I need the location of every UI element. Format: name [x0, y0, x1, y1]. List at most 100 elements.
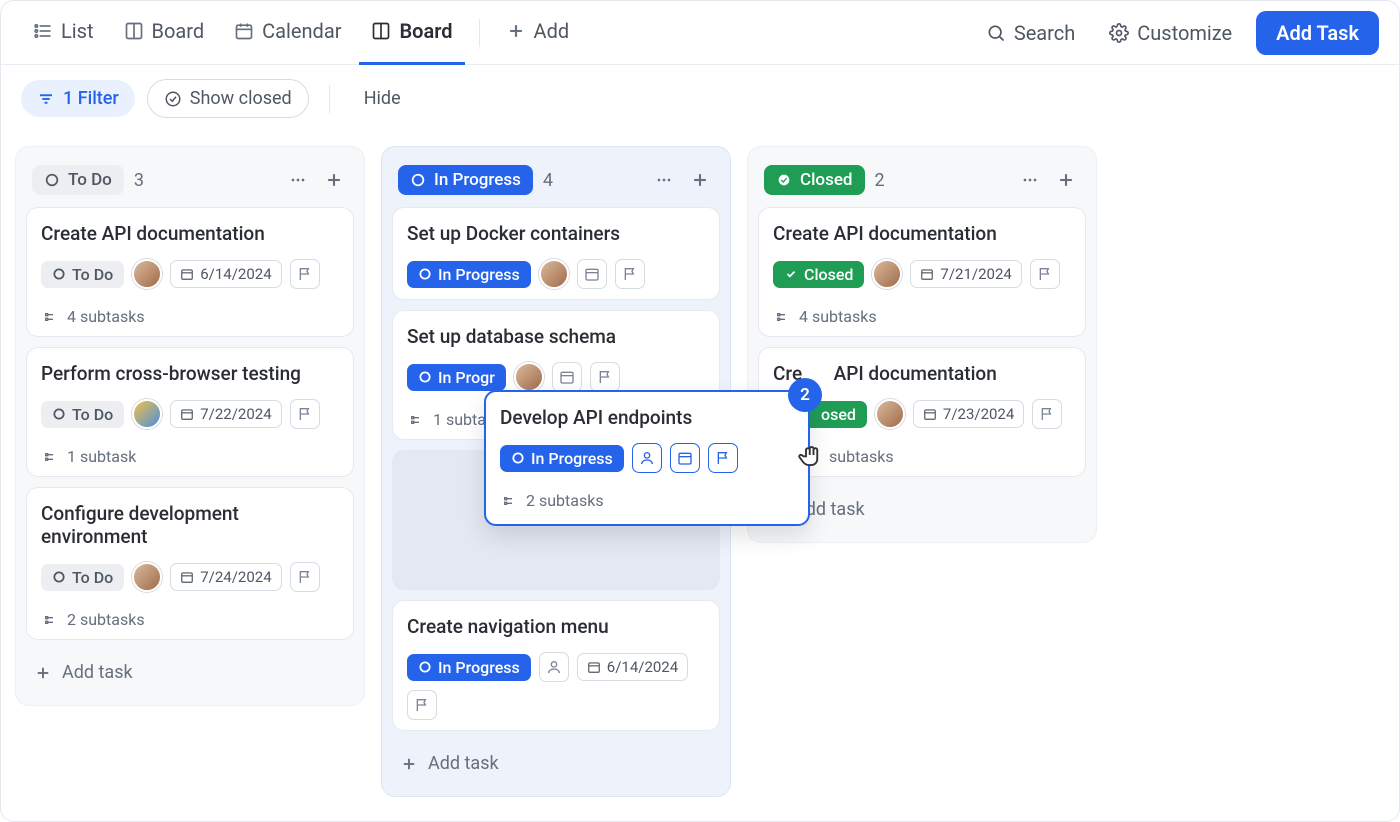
dragging-card[interactable]: 2 Develop API endpoints In Progress 2 su… [484, 390, 810, 526]
assignee-avatar[interactable] [132, 259, 162, 289]
plus-icon [506, 21, 526, 41]
status-pill[interactable]: Closed [773, 261, 864, 288]
calendar-icon [180, 267, 194, 281]
status-chip-inprogress[interactable]: In Progress [398, 165, 533, 195]
status-label: In Progress [531, 449, 613, 468]
priority-flag-button[interactable] [708, 443, 738, 473]
status-pill[interactable]: To Do [41, 261, 124, 288]
view-tab-board-active[interactable]: Board [359, 1, 464, 65]
task-card[interactable]: Configure development environment To Do … [26, 487, 354, 640]
priority-flag-button[interactable] [290, 399, 320, 429]
column-more-button[interactable] [650, 166, 678, 194]
status-chip-todo[interactable]: To Do [32, 165, 124, 195]
priority-flag-button[interactable] [590, 362, 620, 392]
column-add-button[interactable] [320, 166, 348, 194]
add-task-inline[interactable]: Add task [26, 650, 354, 695]
due-date[interactable]: 6/14/2024 [577, 653, 688, 681]
circle-icon [44, 172, 60, 188]
due-date[interactable]: 7/21/2024 [910, 260, 1021, 288]
assignee-button[interactable] [632, 443, 662, 473]
status-label: To Do [72, 568, 113, 587]
priority-flag-button[interactable] [407, 690, 437, 720]
view-toolbar: List Board Calendar Board Add Search [1, 1, 1399, 65]
status-label: To Do [72, 405, 113, 424]
drag-count-badge: 2 [788, 378, 822, 412]
status-pill[interactable]: In Progr [407, 364, 506, 391]
assignee-avatar[interactable] [514, 362, 544, 392]
show-closed-button[interactable]: Show closed [147, 79, 309, 118]
status-pill[interactable]: In Progress [500, 445, 624, 472]
priority-flag-button[interactable] [615, 259, 645, 289]
plus-icon [400, 755, 418, 773]
task-card[interactable]: Create API documentation To Do 6/14/2024… [26, 207, 354, 337]
subtask-icon [41, 309, 57, 325]
column-todo: To Do 3 Create API documentation To Do 6… [15, 146, 365, 706]
due-date[interactable]: 6/14/2024 [170, 260, 281, 288]
view-tab-calendar[interactable]: Calendar [222, 1, 353, 65]
column-count: 2 [875, 170, 885, 191]
add-view-button[interactable]: Add [494, 1, 582, 65]
task-card[interactable]: Create API documentation Closed 7/21/202… [758, 207, 1086, 337]
date-value: 7/23/2024 [943, 405, 1014, 423]
date-value: 6/14/2024 [200, 265, 271, 283]
date-value: 7/21/2024 [940, 265, 1011, 283]
priority-flag-button[interactable] [290, 562, 320, 592]
status-pill[interactable]: To Do [41, 401, 124, 428]
task-card[interactable]: Perform cross-browser testing To Do 7/22… [26, 347, 354, 477]
assignee-avatar[interactable] [132, 562, 162, 592]
column-header: To Do 3 [26, 157, 354, 207]
status-pill[interactable]: In Progress [407, 654, 531, 681]
assignee-avatar[interactable] [132, 399, 162, 429]
subtask-count: 1 subta [433, 410, 486, 429]
status-name: Closed [800, 170, 853, 190]
column-more-button[interactable] [284, 166, 312, 194]
assignee-avatar[interactable] [872, 259, 902, 289]
due-date[interactable]: 7/23/2024 [913, 400, 1024, 428]
column-more-button[interactable] [1016, 166, 1044, 194]
calendar-icon [180, 570, 194, 584]
gear-icon [1109, 23, 1129, 43]
subtask-count: 4 subtasks [67, 307, 145, 326]
assignee-avatar[interactable] [875, 399, 905, 429]
progress-icon [511, 451, 525, 465]
circle-icon [52, 267, 66, 281]
view-tab-board[interactable]: Board [112, 1, 217, 65]
date-value: 7/24/2024 [200, 568, 271, 586]
priority-flag-button[interactable] [290, 259, 320, 289]
due-date[interactable]: 7/22/2024 [170, 400, 281, 428]
date-button[interactable] [670, 443, 700, 473]
subtask-icon [407, 412, 423, 428]
search-button[interactable]: Search [976, 13, 1085, 53]
status-pill[interactable]: To Do [41, 564, 124, 591]
hide-button[interactable]: Hide [350, 80, 415, 117]
due-date[interactable]: 7/24/2024 [170, 563, 281, 591]
priority-flag-button[interactable] [1030, 259, 1060, 289]
column-add-button[interactable] [1052, 166, 1080, 194]
task-title: Configure development environment [41, 502, 339, 548]
task-title: Perform cross-browser testing [41, 362, 339, 385]
filter-label: 1 Filter [63, 88, 119, 109]
task-card[interactable]: Set up Docker containers In Progress [392, 207, 720, 300]
view-tab-list[interactable]: List [21, 1, 106, 65]
subtask-count: 4 subtasks [799, 307, 877, 326]
view-tab-label: Board [399, 19, 452, 43]
task-title: Set up database schema [407, 325, 705, 348]
date-button[interactable] [552, 362, 582, 392]
task-card[interactable]: Create navigation menu In Progress 6/14/… [392, 600, 720, 731]
assignee-avatar[interactable] [539, 259, 569, 289]
add-task-button[interactable]: Add Task [1256, 11, 1379, 55]
add-task-inline[interactable]: Add task [392, 741, 720, 786]
calendar-icon [587, 660, 601, 674]
assignee-button[interactable] [539, 652, 569, 682]
add-task-label: Add Task [1276, 21, 1359, 45]
check-icon [784, 267, 798, 281]
filter-button[interactable]: 1 Filter [21, 80, 135, 117]
date-button[interactable] [577, 259, 607, 289]
column-add-button[interactable] [686, 166, 714, 194]
status-pill[interactable]: In Progress [407, 261, 531, 288]
customize-button[interactable]: Customize [1099, 13, 1242, 53]
status-chip-closed[interactable]: Closed [764, 165, 865, 195]
priority-flag-button[interactable] [1032, 399, 1062, 429]
add-view-label: Add [534, 19, 570, 43]
subtask-icon [500, 493, 516, 509]
